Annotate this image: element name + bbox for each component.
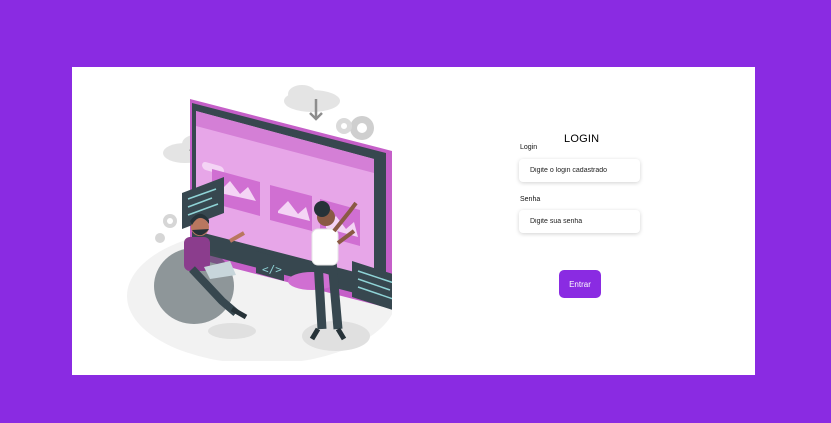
- submit-button[interactable]: Entrar: [559, 270, 601, 298]
- password-input[interactable]: [519, 210, 640, 233]
- login-input[interactable]: [519, 159, 640, 182]
- web-development-illustration: </>: [127, 85, 392, 361]
- login-label: Login: [520, 144, 538, 151]
- password-label: Senha: [520, 196, 541, 203]
- svg-text:</>: </>: [262, 263, 282, 276]
- login-card: </> LOGIN Login Senha Entrar: [72, 67, 755, 375]
- page-title: LOGIN: [564, 133, 600, 145]
